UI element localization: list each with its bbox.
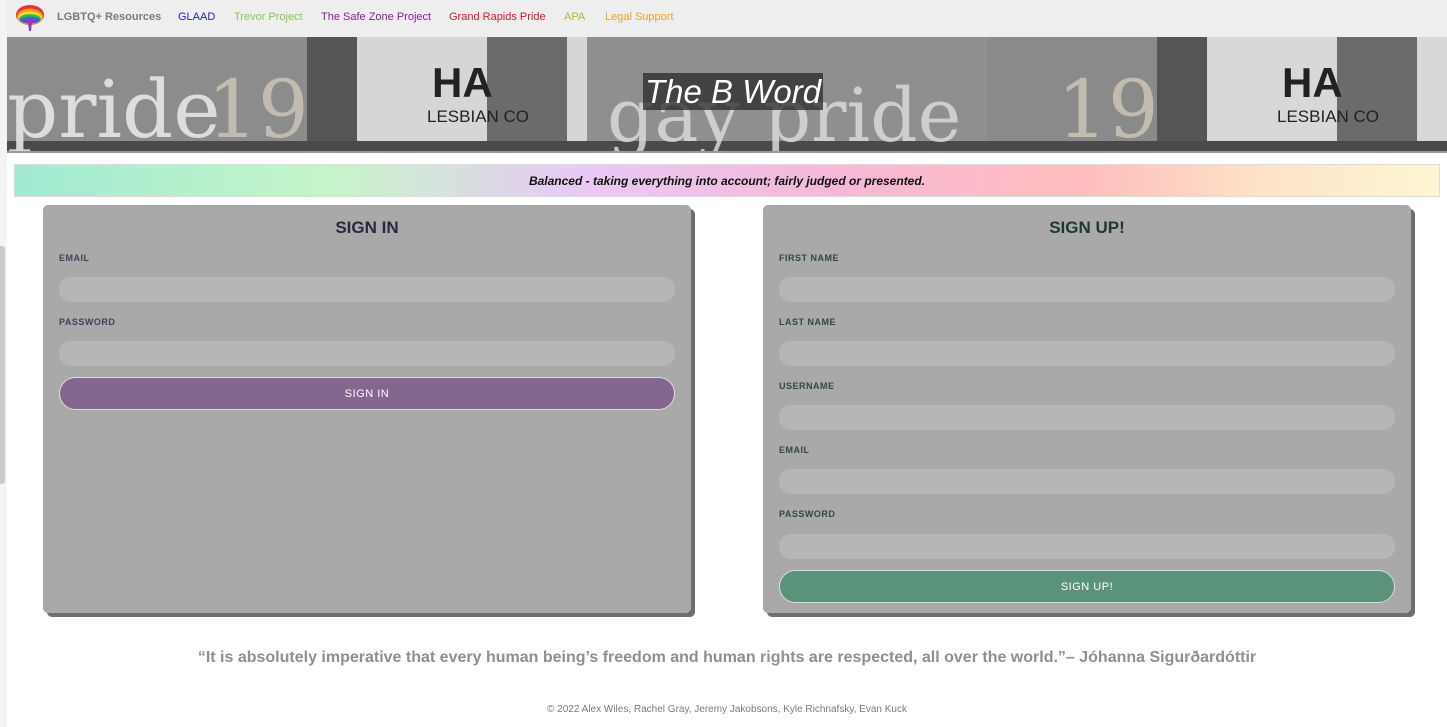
banner-text: 19 — [1057, 63, 1159, 153]
signup-email-input[interactable] — [779, 469, 1395, 494]
signin-title: SIGN IN — [335, 218, 399, 237]
signup-title: SIGN UP! — [1049, 218, 1125, 237]
signup-last-name-label: LAST NAME — [779, 317, 836, 327]
banner-text: pride — [7, 63, 221, 153]
nav-link-apa[interactable]: APA — [564, 11, 585, 23]
signup-card: SIGN UP! FIRST NAME LAST NAME USERNAME E… — [763, 205, 1411, 613]
nav-link-safe-zone-project[interactable]: The Safe Zone Project — [321, 11, 431, 23]
tagline-banner: Balanced - taking everything into accoun… — [14, 164, 1440, 197]
signup-button[interactable]: SIGN UP! — [779, 570, 1395, 603]
signup-email-label: EMAIL — [779, 445, 810, 455]
signup-password-input[interactable] — [779, 534, 1395, 559]
quote-text: “It is absolutely imperative that every … — [197, 649, 1257, 666]
signin-card: SIGN IN EMAIL PASSWORD SIGN IN — [43, 205, 691, 613]
signin-password-label: PASSWORD — [59, 317, 116, 327]
top-navbar: LGBTQ+ Resources GLAAD Trevor Project Th… — [7, 0, 1447, 37]
footer-credits: © 2022 Alex Wiles, Rachel Gray, Jeremy J… — [547, 704, 907, 715]
scrollbar-handle[interactable] — [0, 246, 5, 484]
rainbow-brain-icon[interactable] — [15, 4, 45, 32]
signup-first-name-input[interactable] — [779, 277, 1395, 302]
signin-email-label: EMAIL — [59, 253, 90, 263]
banner-text: LESBIAN CO — [427, 107, 529, 126]
banner-text: LESBIAN CO — [1277, 107, 1379, 126]
signup-first-name-label: FIRST NAME — [779, 253, 839, 263]
hero-banner: pride 19 HA LESBIAN CO gay pride 19 HA L… — [7, 37, 1447, 153]
banner-text: HA — [432, 59, 493, 106]
nav-link-grand-rapids-pride[interactable]: Grand Rapids Pride — [449, 11, 546, 23]
page: LGBTQ+ Resources GLAAD Trevor Project Th… — [0, 0, 1447, 727]
nav-link-glaad[interactable]: GLAAD — [178, 11, 215, 23]
signup-username-input[interactable] — [779, 405, 1395, 430]
nav-link-trevor-project[interactable]: Trevor Project — [234, 11, 303, 23]
banner-text: 19 — [207, 63, 309, 153]
signin-email-input[interactable] — [59, 277, 675, 302]
signup-last-name-input[interactable] — [779, 341, 1395, 366]
nav-link-legal-support[interactable]: Legal Support — [605, 11, 674, 23]
page-title: The B Word — [643, 73, 824, 110]
signup-username-label: USERNAME — [779, 381, 835, 391]
banner-text: HA — [1282, 59, 1343, 106]
brand-label[interactable]: LGBTQ+ Resources — [57, 11, 161, 23]
signup-password-label: PASSWORD — [779, 509, 836, 519]
signin-button[interactable]: SIGN IN — [59, 377, 675, 410]
signin-password-input[interactable] — [59, 341, 675, 366]
